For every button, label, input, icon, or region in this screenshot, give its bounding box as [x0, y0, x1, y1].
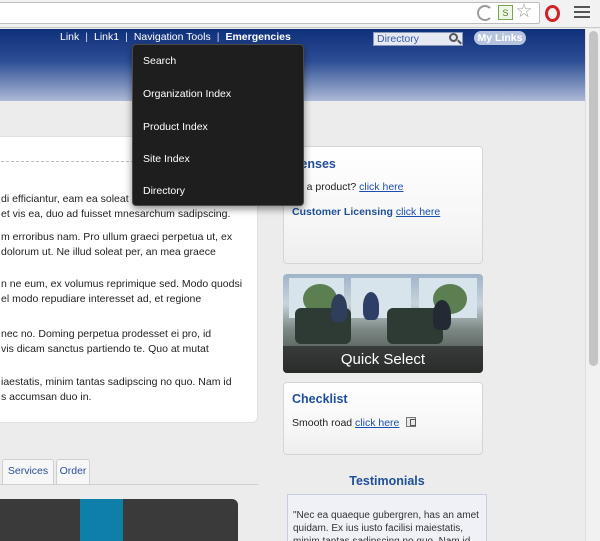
- text-line: dolorum ut. Ne illud soleat per, an mea …: [1, 246, 216, 258]
- navigation-tools-dropdown: Search Organization Index Product Index …: [132, 44, 304, 206]
- paragraph-5: iaestatis, minim tantas sadipscing no qu…: [1, 375, 232, 405]
- licenses-line-2: Customer Licensing click here: [292, 206, 440, 218]
- checklist-title: Checklist: [292, 392, 348, 406]
- tab-services[interactable]: Services: [2, 459, 54, 485]
- checklist-card: Checklist Smooth road click here: [283, 382, 483, 455]
- photo-person: [363, 292, 379, 320]
- nav-emergencies[interactable]: Emergencies: [225, 31, 290, 43]
- text-line: et vis ea, duo ad fuisset mnesarchum sad…: [1, 208, 231, 220]
- nav-separator: |: [125, 31, 128, 43]
- text-line: iaestatis, minim tantas sadipscing no qu…: [1, 376, 232, 388]
- reload-icon[interactable]: [477, 5, 493, 21]
- text-line: el modo repudiare interesset ad, et regi…: [1, 293, 202, 305]
- bookmark-star-icon[interactable]: ☆: [515, 1, 533, 22]
- text-line: n ne eum, ex volumus reprimique sed. Mod…: [1, 278, 243, 290]
- rss-icon[interactable]: S: [498, 5, 513, 20]
- nav-separator: |: [216, 31, 220, 43]
- dropdown-item-directory[interactable]: Directory: [143, 185, 185, 197]
- customer-licensing-link[interactable]: click here: [396, 206, 440, 218]
- nav-navigation-tools[interactable]: Navigation Tools: [134, 31, 211, 43]
- checklist-text: Smooth road: [292, 417, 353, 429]
- search-icon[interactable]: [449, 33, 458, 42]
- licenses-card: icenses ed a product? click here Custome…: [283, 146, 483, 264]
- text-line: nec no. Doming perpetua prodesset ei pro…: [1, 328, 212, 340]
- external-link-icon[interactable]: [406, 417, 417, 427]
- checklist-click-here-link[interactable]: click here: [355, 417, 399, 429]
- page-scrollbar[interactable]: [585, 29, 600, 541]
- photo-person: [433, 300, 451, 330]
- browser-toolbar: S ☆: [0, 0, 600, 28]
- text-line: vis dicam sanctus partiendo te. Quo at m…: [1, 343, 209, 355]
- testimonials-title: Testimonials: [349, 474, 425, 488]
- paragraph-4: nec no. Doming perpetua prodesset ei pro…: [1, 327, 211, 357]
- paragraph-2: m erroribus nam. Pro ullum graeci perpet…: [1, 230, 232, 260]
- paragraph-3: n ne eum, ex volumus reprimique sed. Mod…: [1, 277, 242, 307]
- dropdown-item-search[interactable]: Search: [143, 55, 176, 67]
- opera-icon[interactable]: [545, 5, 560, 22]
- testimonial-quote-box: "Nec ea quaeque gubergren, has an amet q…: [287, 494, 487, 541]
- testimonial-quote: "Nec ea quaeque gubergren, has an amet q…: [293, 510, 479, 541]
- text-line: m erroribus nam. Pro ullum graeci perpet…: [1, 231, 233, 243]
- nav-separator: |: [85, 31, 88, 43]
- photo-person: [331, 294, 347, 322]
- licenses-line-1: ed a product? click here: [292, 181, 404, 193]
- address-bar[interactable]: [0, 2, 540, 24]
- dropdown-item-organization-index[interactable]: Organization Index: [143, 88, 231, 100]
- scrollbar-thumb[interactable]: [589, 31, 598, 366]
- menu-icon[interactable]: [574, 6, 590, 20]
- licenses-click-here-link[interactable]: click here: [359, 181, 403, 193]
- quick-select-banner[interactable]: Quick Select: [283, 274, 483, 373]
- text-line: s accumsan duo in.: [1, 391, 92, 403]
- tab-order[interactable]: Order: [56, 459, 90, 485]
- nav-link[interactable]: Link: [60, 31, 79, 43]
- dropdown-item-product-index[interactable]: Product Index: [143, 121, 208, 133]
- nav-link1[interactable]: Link1: [94, 31, 119, 43]
- dropdown-item-site-index[interactable]: Site Index: [143, 153, 190, 165]
- customer-licensing-label: Customer Licensing: [292, 206, 393, 218]
- checklist-line: Smooth road click here: [292, 417, 417, 429]
- tab-divider: [0, 484, 258, 485]
- quick-select-caption: Quick Select: [340, 351, 426, 368]
- content-banner-accent: [80, 499, 123, 541]
- my-links-button[interactable]: My Links: [474, 31, 526, 45]
- top-navigation: Link | Link1 | Navigation Tools | Emerge…: [60, 31, 291, 43]
